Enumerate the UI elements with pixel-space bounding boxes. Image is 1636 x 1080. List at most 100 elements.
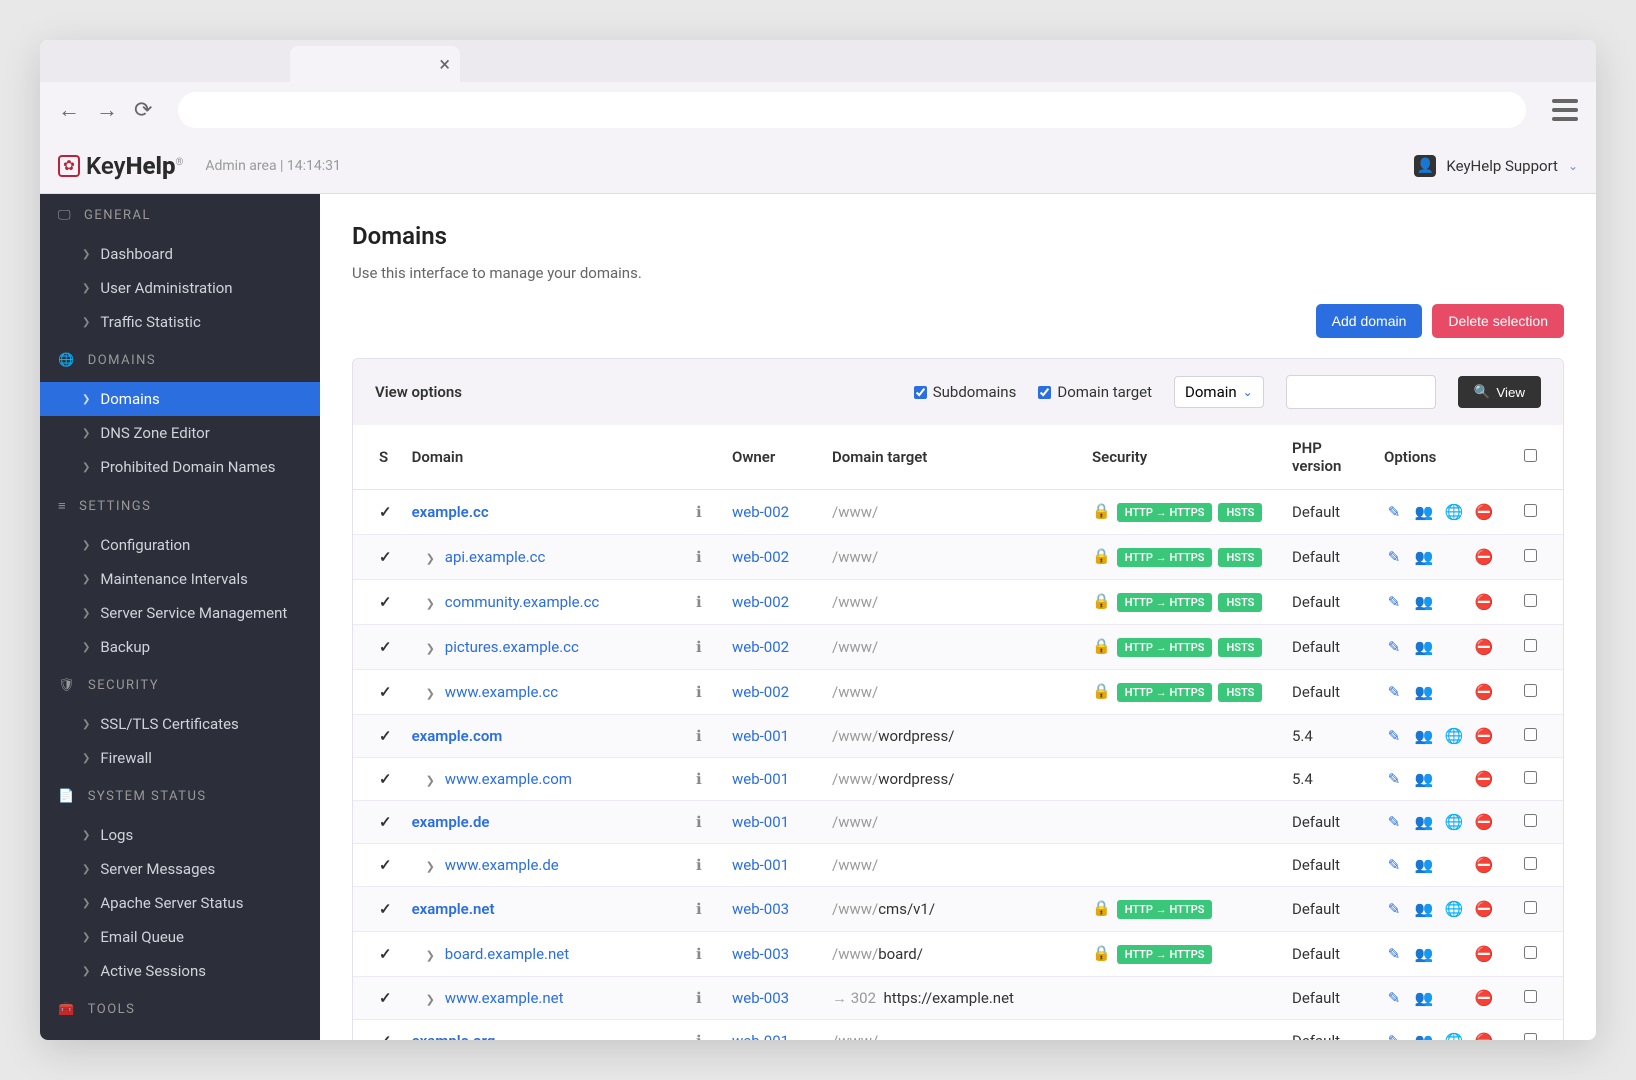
forward-icon[interactable]: → — [96, 97, 118, 123]
domain-link[interactable]: www.example.net — [445, 989, 564, 1007]
edit-icon[interactable]: ✎ — [1384, 683, 1404, 701]
owner-link[interactable]: web-002 — [732, 503, 789, 521]
row-checkbox[interactable] — [1524, 901, 1537, 914]
user-settings-icon[interactable]: 👥 — [1414, 989, 1434, 1007]
filter-select[interactable]: Domain⌄ — [1174, 376, 1264, 408]
info-icon[interactable]: ℹ — [696, 813, 702, 831]
globe-icon[interactable]: 🌐 — [1444, 503, 1464, 521]
reload-icon[interactable]: ⟳ — [134, 98, 152, 123]
row-checkbox[interactable] — [1524, 594, 1537, 607]
domain-link[interactable]: www.example.de — [445, 856, 559, 874]
col-owner[interactable]: Owner — [722, 425, 822, 490]
owner-link[interactable]: web-002 — [732, 593, 789, 611]
info-icon[interactable]: ℹ — [696, 989, 702, 1007]
globe-icon[interactable]: 🌐 — [1444, 813, 1464, 831]
info-icon[interactable]: ℹ — [696, 727, 702, 745]
user-settings-icon[interactable]: 👥 — [1414, 548, 1434, 566]
owner-link[interactable]: web-002 — [732, 638, 789, 656]
row-checkbox[interactable] — [1524, 990, 1537, 1003]
info-icon[interactable]: ℹ — [696, 1032, 702, 1040]
user-settings-icon[interactable]: 👥 — [1414, 638, 1434, 656]
owner-link[interactable]: web-002 — [732, 683, 789, 701]
select-all-checkbox[interactable] — [1524, 449, 1537, 462]
remove-icon[interactable]: ⛔ — [1474, 813, 1494, 831]
owner-link[interactable]: web-003 — [732, 989, 789, 1007]
sidebar-item-user-administration[interactable]: ❯User Administration — [40, 271, 320, 305]
user-settings-icon[interactable]: 👥 — [1414, 727, 1434, 745]
edit-icon[interactable]: ✎ — [1384, 989, 1404, 1007]
owner-link[interactable]: web-001 — [732, 856, 789, 874]
sidebar-item-dns-zone-editor[interactable]: ❯DNS Zone Editor — [40, 416, 320, 450]
remove-icon[interactable]: ⛔ — [1474, 683, 1494, 701]
remove-icon[interactable]: ⛔ — [1474, 593, 1494, 611]
sidebar-item-firewall[interactable]: ❯Firewall — [40, 741, 320, 775]
row-checkbox[interactable] — [1524, 771, 1537, 784]
row-checkbox[interactable] — [1524, 549, 1537, 562]
subdomains-checkbox[interactable]: Subdomains — [914, 383, 1017, 401]
add-domain-button[interactable]: Add domain — [1316, 304, 1423, 338]
row-checkbox[interactable] — [1524, 814, 1537, 827]
globe-icon[interactable]: 🌐 — [1444, 1032, 1464, 1040]
edit-icon[interactable]: ✎ — [1384, 1032, 1404, 1040]
close-icon[interactable]: × — [439, 54, 450, 74]
logo[interactable]: ✿ KeyHelp® — [58, 152, 183, 180]
remove-icon[interactable]: ⛔ — [1474, 989, 1494, 1007]
owner-link[interactable]: web-002 — [732, 548, 789, 566]
globe-icon[interactable]: 🌐 — [1444, 727, 1464, 745]
globe-icon[interactable]: 🌐 — [1444, 900, 1464, 918]
sidebar-item-email-queue[interactable]: ❯Email Queue — [40, 920, 320, 954]
info-icon[interactable]: ℹ — [696, 900, 702, 918]
user-settings-icon[interactable]: 👥 — [1414, 900, 1434, 918]
edit-icon[interactable]: ✎ — [1384, 548, 1404, 566]
domain-link[interactable]: community.example.cc — [445, 593, 599, 611]
user-settings-icon[interactable]: 👥 — [1414, 1032, 1434, 1040]
sidebar-item-configuration[interactable]: ❯Configuration — [40, 528, 320, 562]
domain-link[interactable]: example.de — [412, 813, 490, 831]
edit-icon[interactable]: ✎ — [1384, 727, 1404, 745]
col-domain[interactable]: Domain — [402, 425, 686, 490]
sidebar-item-domains[interactable]: ❯Domains — [40, 382, 320, 416]
row-checkbox[interactable] — [1524, 504, 1537, 517]
edit-icon[interactable]: ✎ — [1384, 503, 1404, 521]
domain-link[interactable]: api.example.cc — [445, 548, 546, 566]
domain-link[interactable]: example.cc — [412, 503, 489, 521]
owner-link[interactable]: web-001 — [732, 727, 789, 745]
sidebar-item-active-sessions[interactable]: ❯Active Sessions — [40, 954, 320, 988]
remove-icon[interactable]: ⛔ — [1474, 548, 1494, 566]
edit-icon[interactable]: ✎ — [1384, 638, 1404, 656]
remove-icon[interactable]: ⛔ — [1474, 770, 1494, 788]
domain-target-checkbox[interactable]: Domain target — [1038, 383, 1152, 401]
domain-link[interactable]: example.org — [412, 1032, 496, 1040]
info-icon[interactable]: ℹ — [696, 683, 702, 701]
info-icon[interactable]: ℹ — [696, 548, 702, 566]
owner-link[interactable]: web-001 — [732, 813, 789, 831]
col-target[interactable]: Domain target — [822, 425, 1082, 490]
search-input[interactable] — [1286, 375, 1436, 409]
row-checkbox[interactable] — [1524, 946, 1537, 959]
col-security[interactable]: Security — [1082, 425, 1282, 490]
sidebar-item-maintenance-intervals[interactable]: ❯Maintenance Intervals — [40, 562, 320, 596]
remove-icon[interactable]: ⛔ — [1474, 503, 1494, 521]
remove-icon[interactable]: ⛔ — [1474, 638, 1494, 656]
user-settings-icon[interactable]: 👥 — [1414, 683, 1434, 701]
domain-link[interactable]: board.example.net — [445, 945, 569, 963]
domain-link[interactable]: www.example.cc — [445, 683, 558, 701]
back-icon[interactable]: ← — [58, 97, 80, 123]
edit-icon[interactable]: ✎ — [1384, 856, 1404, 874]
user-settings-icon[interactable]: 👥 — [1414, 945, 1434, 963]
owner-link[interactable]: web-001 — [732, 1032, 789, 1040]
col-status[interactable]: S — [353, 425, 402, 490]
owner-link[interactable]: web-003 — [732, 945, 789, 963]
remove-icon[interactable]: ⛔ — [1474, 900, 1494, 918]
user-settings-icon[interactable]: 👥 — [1414, 593, 1434, 611]
sidebar-item-logs[interactable]: ❯Logs — [40, 818, 320, 852]
sidebar-item-phpmyadmin[interactable]: ❯PhpMyAdmin — [40, 1031, 320, 1040]
user-settings-icon[interactable]: 👥 — [1414, 813, 1434, 831]
sidebar-item-dashboard[interactable]: ❯Dashboard — [40, 237, 320, 271]
domain-link[interactable]: example.com — [412, 727, 503, 745]
remove-icon[interactable]: ⛔ — [1474, 1032, 1494, 1040]
user-menu[interactable]: 👤 KeyHelp Support ⌄ — [1414, 155, 1578, 177]
info-icon[interactable]: ℹ — [696, 945, 702, 963]
user-settings-icon[interactable]: 👥 — [1414, 503, 1434, 521]
remove-icon[interactable]: ⛔ — [1474, 856, 1494, 874]
